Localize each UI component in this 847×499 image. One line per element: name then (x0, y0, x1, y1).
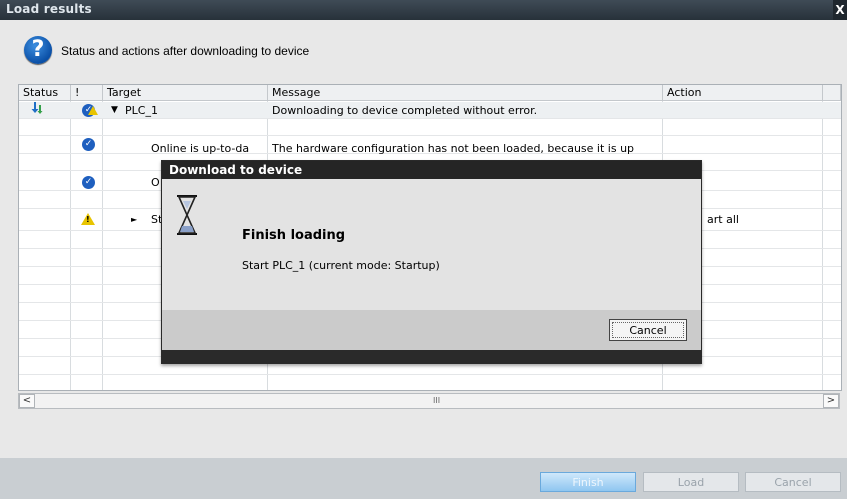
scroll-right-icon[interactable]: > (823, 394, 839, 408)
dialog-title: Download to device (162, 161, 701, 179)
collapse-arrow-icon[interactable]: ▼ (111, 102, 125, 119)
action-cell[interactable] (667, 102, 817, 119)
warning-overlay-icon (88, 106, 98, 115)
download-icon (30, 101, 60, 118)
column-header-message[interactable]: Message (268, 85, 663, 101)
dialog-detail: Start PLC_1 (current mode: Startup) (242, 259, 440, 272)
title-bar: Load results X (0, 0, 847, 20)
window-title: Load results (6, 2, 92, 16)
target-cell: PLC_1 (125, 104, 158, 117)
dialog-cancel-button[interactable]: Cancel (609, 319, 687, 341)
finish-button[interactable]: Finish (540, 472, 636, 492)
download-to-device-dialog: Download to device Finish loading Start … (161, 160, 702, 364)
dialog-heading: Finish loading (242, 228, 346, 243)
check-icon: ✓ (82, 138, 95, 151)
action-cell[interactable]: art all (707, 211, 817, 228)
column-header-flag[interactable]: ! (71, 85, 103, 101)
load-button[interactable]: Load (643, 472, 739, 492)
close-icon[interactable]: X (833, 0, 847, 20)
scroll-left-icon[interactable]: < (19, 394, 35, 408)
column-header-target[interactable]: Target (103, 85, 268, 101)
cancel-button[interactable]: Cancel (745, 472, 841, 492)
column-header-action[interactable]: Action (663, 85, 823, 101)
warning-icon: ! (81, 213, 95, 225)
dialog-bottom-strip (162, 350, 701, 363)
scroll-grip-icon[interactable]: III (433, 396, 440, 405)
table-row[interactable]: ✓ Online is up-to-da The hardware config… (19, 136, 841, 155)
dialog-cancel-label: Cancel (612, 322, 684, 338)
load-results-window: Load results X ? Status and actions afte… (0, 0, 847, 499)
message-cell: Downloading to device completed without … (272, 104, 538, 117)
table-row[interactable]: ✓ ▼ PLC_1 Downloading to device complete… (19, 102, 841, 119)
expand-arrow-icon[interactable]: ► (131, 211, 145, 228)
dialog-body: Finish loading Start PLC_1 (current mode… (162, 179, 701, 310)
hourglass-icon (177, 195, 197, 235)
table-row[interactable] (19, 119, 841, 136)
question-icon: ? (24, 36, 52, 64)
horizontal-scrollbar[interactable]: < III > (18, 393, 840, 409)
check-icon: ✓ (82, 176, 95, 189)
header-text: Status and actions after downloading to … (61, 44, 310, 58)
column-header-filler (823, 85, 841, 101)
column-header-status[interactable]: Status (19, 85, 71, 101)
